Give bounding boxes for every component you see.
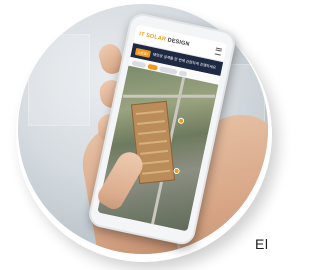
background-panel [28,34,90,126]
map-marker[interactable] [177,117,185,125]
control-chip[interactable] [178,69,188,77]
illustration: IT SOLAR DESIGN 드론3D 태양광 설계를 한 번에 간편하게 진… [0,0,272,270]
banner-tag: 드론3D [134,47,151,58]
map-road [122,94,215,98]
menu-icon[interactable] [214,46,223,56]
map-marker[interactable] [173,167,181,175]
caption-fragment: El [255,236,269,252]
